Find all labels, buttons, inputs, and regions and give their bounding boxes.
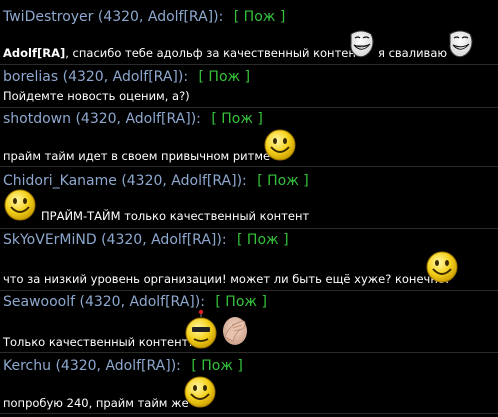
troll-face-icon xyxy=(449,30,473,58)
smiley-face-icon xyxy=(426,251,458,283)
message-header: TwiDestroyer (4320, Adolf[RA]): [ Пож ] xyxy=(3,8,285,26)
message-text-part: я сваливаю xyxy=(378,46,448,60)
author-name[interactable]: Kerchu xyxy=(3,358,51,374)
message-separator xyxy=(0,166,498,167)
addressee-name[interactable]: Adolf[RA] xyxy=(3,46,65,60)
header-colon: : xyxy=(218,9,224,25)
troll-face-icon xyxy=(350,30,374,58)
message-text: Только качественный контент! xyxy=(3,335,193,349)
chat-feed: TwiDestroyer (4320, Adolf[RA]): [ Пож ] … xyxy=(0,0,498,417)
message-text: Adolf[RA], спасибо тебе адольф за качест… xyxy=(3,46,363,60)
author-meta: (4320, Adolf[RA]) xyxy=(97,9,219,25)
message-separator xyxy=(0,413,498,414)
message-text: Пойдемте новость оценим, а?) xyxy=(3,89,190,103)
author-name[interactable]: Chidori_Kaname xyxy=(3,173,117,189)
author-meta: (4320, Adolf[RA]) xyxy=(75,111,197,127)
smiley-face-icon xyxy=(264,129,296,161)
message-separator xyxy=(0,352,498,353)
header-colon: : xyxy=(176,358,181,374)
message-separator xyxy=(0,290,498,291)
header-colon: : xyxy=(200,294,205,310)
message-header: Kerchu (4320, Adolf[RA]): [ Пож ] xyxy=(3,357,243,375)
message-text: попробую 240, прайм тайм же xyxy=(3,396,189,410)
message-separator xyxy=(0,107,498,108)
smiley-face-icon xyxy=(184,376,216,408)
reputation-link[interactable]: [ Пож ] xyxy=(199,69,251,85)
reputation-link[interactable]: [ Пож ] xyxy=(211,111,263,127)
author-meta: (4320, Adolf[RA]) xyxy=(55,358,177,374)
reputation-link[interactable]: [ Пож ] xyxy=(191,358,243,374)
message-header: borelias (4320, Adolf[RA]): [ Пож ] xyxy=(3,68,250,86)
header-colon: : xyxy=(183,69,189,85)
author-name[interactable]: shotdown xyxy=(3,111,71,127)
robot-face-icon xyxy=(185,309,217,349)
message-text-part: , спасибо тебе адольф за качественный ко… xyxy=(65,46,363,60)
message-header: Seawooolf (4320, Adolf[RA]): [ Пож ] xyxy=(3,293,267,311)
reputation-link[interactable]: [ Пож ] xyxy=(215,294,267,310)
message-separator xyxy=(0,228,498,229)
facepalm-icon xyxy=(223,317,247,345)
author-meta: (4320, Adolf[RA]) xyxy=(101,232,222,248)
author-name[interactable]: borelias xyxy=(3,69,58,85)
reputation-link[interactable]: [ Пож ] xyxy=(257,173,309,189)
message-header: Chidori_Kaname (4320, Adolf[RA]): [ Пож … xyxy=(3,172,309,190)
smiley-face-icon xyxy=(4,189,36,221)
author-meta: (4320, Adolf[RA]) xyxy=(62,69,184,85)
message-text: что за низкий уровень организации! может… xyxy=(3,272,450,286)
author-meta: (4320, Adolf[RA]) xyxy=(121,173,243,189)
author-meta: (4320, Adolf[RA]) xyxy=(79,294,201,310)
message-header: shotdown (4320, Adolf[RA]): [ Пож ] xyxy=(3,110,263,128)
message-text: прайм тайм идет в своем привычном ритме xyxy=(3,149,271,163)
reputation-link[interactable]: [ Пож ] xyxy=(234,9,286,25)
header-colon: : xyxy=(242,173,247,189)
message-separator xyxy=(0,64,498,65)
reputation-link[interactable]: [ Пож ] xyxy=(237,232,289,248)
author-name[interactable]: Seawooolf xyxy=(3,294,75,310)
header-colon: : xyxy=(196,111,201,127)
message-header: SkYoVErMiND (4320, Adolf[RA]): [ Пож ] xyxy=(3,231,289,249)
author-name[interactable]: TwiDestroyer xyxy=(3,9,93,25)
header-colon: : xyxy=(221,232,227,248)
author-name[interactable]: SkYoVErMiND xyxy=(3,232,97,248)
message-text: ПРАЙМ-ТАЙМ только качественный контент xyxy=(41,209,310,223)
